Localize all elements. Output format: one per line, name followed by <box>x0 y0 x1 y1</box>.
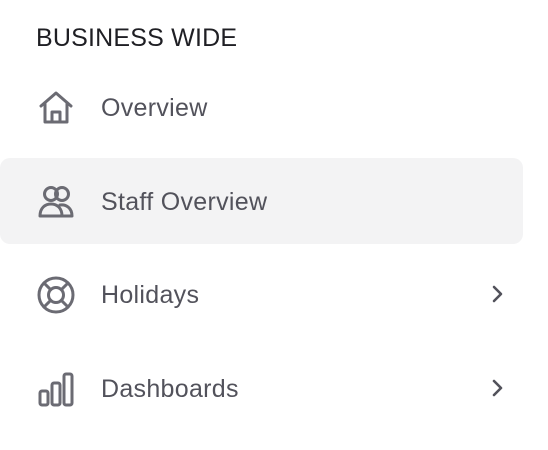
chevron-right-icon <box>486 377 508 399</box>
nav-item-label: Overview <box>101 94 208 122</box>
home-icon <box>36 88 76 128</box>
nav-item-holidays[interactable]: Holidays <box>0 251 523 337</box>
chevron-right-icon <box>486 283 508 305</box>
users-icon <box>36 182 76 222</box>
section-title: BUSINESS WIDE <box>36 24 238 52</box>
nav-item-label: Dashboards <box>101 375 239 403</box>
nav-item-label: Holidays <box>101 281 200 309</box>
lifebuoy-icon <box>36 275 76 315</box>
bar-chart-icon <box>36 369 76 409</box>
nav-item-staff-overview[interactable]: Staff Overview <box>0 158 523 244</box>
nav-item-overview[interactable]: Overview <box>0 64 523 150</box>
nav-item-label: Staff Overview <box>101 188 268 216</box>
nav-item-dashboards[interactable]: Dashboards <box>0 345 523 431</box>
sidebar-nav: BUSINESS WIDE Overview Staff Overview Ho… <box>0 0 548 450</box>
